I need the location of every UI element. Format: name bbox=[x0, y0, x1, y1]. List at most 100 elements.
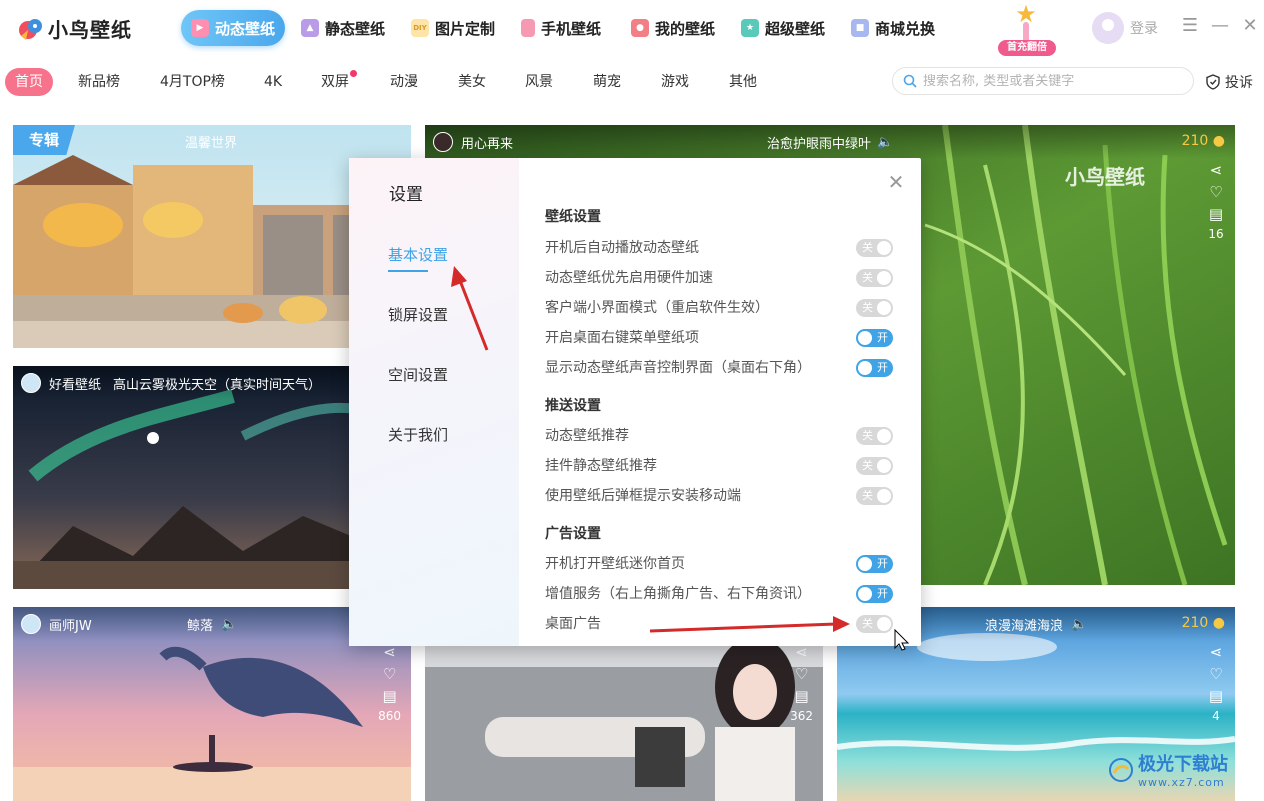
toggle-hardware-accel[interactable]: 关 bbox=[856, 269, 893, 287]
tab-label: 动态壁纸 bbox=[215, 19, 276, 38]
toggle-sound-control[interactable]: 开 bbox=[856, 359, 893, 377]
toggle-state: 关 bbox=[862, 241, 873, 254]
card-actions: ⋖ ♡ ▤ 16 bbox=[1207, 161, 1225, 241]
sound-icon[interactable]: 🔈 bbox=[877, 135, 893, 150]
heart-icon[interactable]: ♡ bbox=[793, 665, 811, 683]
comment-icon[interactable]: ▤ bbox=[1207, 205, 1225, 223]
toggle-state: 开 bbox=[877, 587, 888, 600]
watermark-title: 极光下载站 bbox=[1138, 754, 1228, 775]
category-dual-screen[interactable]: 双屏 bbox=[321, 68, 357, 96]
comment-icon[interactable]: ▤ bbox=[381, 687, 399, 705]
toggle-mini-mode[interactable]: 关 bbox=[856, 299, 893, 317]
close-icon[interactable]: ✕ bbox=[1238, 14, 1262, 38]
menu-basic-settings[interactable]: 基本设置 bbox=[388, 244, 448, 265]
menu-lockscreen-settings[interactable]: 锁屏设置 bbox=[388, 304, 448, 325]
card-caption: 用心再来 治愈护眼雨中绿叶 🔈 bbox=[425, 125, 1235, 159]
toggle-autoplay[interactable]: 关 bbox=[856, 239, 893, 257]
tab-phone-wallpaper[interactable]: 手机壁纸 bbox=[511, 10, 611, 46]
toggle-state: 关 bbox=[862, 489, 873, 502]
comment-count: 860 bbox=[378, 709, 401, 723]
menu-about-us[interactable]: 关于我们 bbox=[388, 424, 448, 445]
toggle-mini-homepage[interactable]: 开 bbox=[856, 555, 893, 573]
image-icon: ▲ bbox=[301, 19, 319, 37]
category-anime[interactable]: 动漫 bbox=[390, 68, 418, 96]
setting-label: 动态壁纸优先启用硬件加速 bbox=[545, 270, 713, 286]
star-icon: ★ bbox=[1015, 0, 1037, 28]
comment-icon[interactable]: ▤ bbox=[1207, 687, 1225, 705]
search-box[interactable] bbox=[892, 67, 1194, 95]
menu-icon[interactable]: ☰ bbox=[1178, 14, 1202, 38]
tab-mall-exchange[interactable]: ■ 商城兑换 bbox=[841, 10, 945, 46]
comment-count: 16 bbox=[1208, 227, 1224, 241]
card-title: 浪漫海滩海浪 bbox=[985, 618, 1064, 634]
coin-price: 210 ● bbox=[1181, 615, 1225, 631]
toggle-mobile-prompt[interactable]: 关 bbox=[856, 487, 893, 505]
tab-label: 超级壁纸 bbox=[765, 19, 826, 38]
category-scenery[interactable]: 风景 bbox=[525, 68, 553, 96]
search-input[interactable] bbox=[923, 73, 1183, 89]
toggle-state: 关 bbox=[862, 459, 873, 472]
heart-icon[interactable]: ♡ bbox=[381, 665, 399, 683]
tab-static-wallpaper[interactable]: ▲ 静态壁纸 bbox=[291, 10, 395, 46]
play-icon: ▶ bbox=[191, 19, 209, 37]
card-title: 治愈护眼雨中绿叶 bbox=[767, 136, 872, 152]
app-logo[interactable]: 小鸟壁纸 bbox=[18, 14, 132, 43]
toggle-dynamic-recommend[interactable]: 关 bbox=[856, 427, 893, 445]
share-icon[interactable]: ⋖ bbox=[1207, 161, 1225, 179]
site-watermark: 极光下载站 www.xz7.com bbox=[1108, 750, 1228, 789]
comment-icon[interactable]: ▤ bbox=[793, 687, 811, 705]
login-button[interactable]: 登录 bbox=[1092, 12, 1158, 44]
comment-count: 4 bbox=[1212, 709, 1220, 723]
tab-label: 手机壁纸 bbox=[541, 19, 602, 38]
category-4k[interactable]: 4K bbox=[264, 68, 282, 96]
watermark-url: www.xz7.com bbox=[1138, 776, 1225, 789]
report-label: 投诉 bbox=[1225, 75, 1253, 91]
card-actions: ⋖ ♡ ▤ 4 bbox=[1207, 643, 1225, 723]
wallpaper-watermark: 小鸟壁纸 bbox=[1065, 165, 1145, 189]
toggle-widget-recommend[interactable]: 关 bbox=[856, 457, 893, 475]
user-icon: ● bbox=[631, 19, 649, 37]
star-icon: ★ bbox=[741, 19, 759, 37]
toggle-knob bbox=[877, 429, 891, 443]
heart-icon[interactable]: ♡ bbox=[1207, 183, 1225, 201]
settings-title: 设置 bbox=[389, 185, 423, 205]
top-bar: 小鸟壁纸 ▶ 动态壁纸 ▲ 静态壁纸 DIY 图片定制 手机壁纸 ● 我的壁纸 … bbox=[0, 0, 1264, 56]
setting-label: 开机后自动播放动态壁纸 bbox=[545, 240, 699, 256]
app-window: 小鸟壁纸 ▶ 动态壁纸 ▲ 静态壁纸 DIY 图片定制 手机壁纸 ● 我的壁纸 … bbox=[0, 0, 1264, 801]
toggle-knob bbox=[877, 271, 891, 285]
tab-super-wallpaper[interactable]: ★ 超级壁纸 bbox=[731, 10, 835, 46]
toggle-knob bbox=[877, 489, 891, 503]
coin-value: 210 bbox=[1181, 133, 1209, 149]
card-user: 好看壁纸 bbox=[49, 377, 102, 393]
report-button[interactable]: 投诉 bbox=[1205, 68, 1253, 96]
shield-icon bbox=[1206, 74, 1220, 90]
sound-icon[interactable]: 🔈 bbox=[1071, 617, 1087, 632]
coin-value: 210 bbox=[1181, 615, 1209, 631]
toggle-value-added[interactable]: 开 bbox=[856, 585, 893, 603]
tab-my-wallpaper[interactable]: ● 我的壁纸 bbox=[621, 10, 725, 46]
category-monthly-top[interactable]: 4月TOP榜 bbox=[160, 68, 225, 96]
new-dot bbox=[350, 70, 357, 77]
category-pets[interactable]: 萌宠 bbox=[593, 68, 621, 96]
share-icon[interactable]: ⋖ bbox=[1207, 643, 1225, 661]
minimize-icon[interactable]: — bbox=[1208, 14, 1232, 38]
category-others[interactable]: 其他 bbox=[729, 68, 757, 96]
bird-logo-icon bbox=[19, 18, 42, 40]
category-games[interactable]: 游戏 bbox=[661, 68, 689, 96]
comment-count: 362 bbox=[790, 709, 813, 723]
toggle-knob bbox=[858, 557, 872, 571]
active-menu-indicator bbox=[388, 270, 428, 272]
toggle-desktop-ads[interactable]: 关 bbox=[856, 615, 893, 633]
tab-dynamic-wallpaper[interactable]: ▶ 动态壁纸 bbox=[181, 10, 286, 46]
menu-space-settings[interactable]: 空间设置 bbox=[388, 364, 448, 385]
sound-icon[interactable]: 🔈 bbox=[221, 617, 237, 632]
category-beauty[interactable]: 美女 bbox=[458, 68, 486, 96]
first-recharge-badge[interactable]: ★ 首充翻倍 bbox=[996, 2, 1058, 56]
heart-icon[interactable]: ♡ bbox=[1207, 665, 1225, 683]
toggle-context-menu[interactable]: 开 bbox=[856, 329, 893, 347]
tab-image-custom[interactable]: DIY 图片定制 bbox=[401, 10, 505, 46]
category-new[interactable]: 新品榜 bbox=[78, 68, 120, 96]
category-home[interactable]: 首页 bbox=[5, 68, 53, 96]
close-icon[interactable]: ✕ bbox=[886, 172, 906, 192]
card-title: 温馨世界 bbox=[185, 136, 238, 151]
